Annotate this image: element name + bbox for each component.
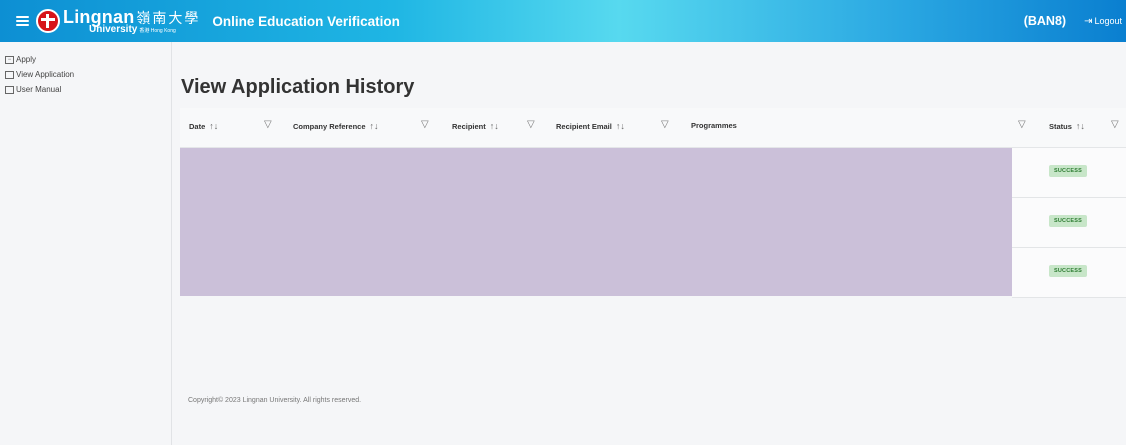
status-badge: SUCCESS xyxy=(1049,165,1087,177)
logout-icon: ⇥ xyxy=(1084,15,1093,27)
column-header-recipient[interactable]: Recipient ↑↓ xyxy=(452,121,499,131)
table-body: SUCCESS SUCCESS SUCCESS xyxy=(180,148,1126,298)
user-code: (BAN8) xyxy=(1023,14,1067,28)
sort-icon[interactable]: ↑↓ xyxy=(616,121,625,131)
column-header-programmes[interactable]: Programmes xyxy=(691,121,737,130)
table-header: Date ↑↓ ▽ Company Reference ↑↓ ▽ Recipient… xyxy=(180,108,1126,148)
sort-icon[interactable]: ↑↓ xyxy=(1076,121,1085,131)
main-content: View Application History Date ↑↓ ▽ Compan… xyxy=(173,42,1126,445)
folder-icon xyxy=(5,70,14,79)
logout-button[interactable]: ⇥ Logout xyxy=(1084,16,1122,27)
column-header-status[interactable]: Status ↑↓ xyxy=(1049,121,1085,131)
filter-icon[interactable]: ▽ xyxy=(1018,119,1026,130)
checkbox-icon: − xyxy=(5,55,14,64)
sidebar-item-label: Apply xyxy=(16,55,37,64)
filter-icon[interactable]: ▽ xyxy=(421,119,429,130)
page-title: View Application History xyxy=(181,76,415,98)
hamburger-icon xyxy=(15,16,29,26)
application-history-table: Date ↑↓ ▽ Company Reference ↑↓ ▽ Recipient… xyxy=(180,108,1126,298)
logo-name-cn: 嶺南大學 xyxy=(136,9,201,26)
filter-icon[interactable]: ▽ xyxy=(527,119,535,130)
app-title: Online Education Verification xyxy=(212,13,400,29)
book-icon xyxy=(5,85,14,94)
university-logo[interactable]: Lingnan 嶺南大學 University 香港 Hong Kong xyxy=(36,0,200,42)
sort-icon[interactable]: ↑↓ xyxy=(490,121,499,131)
filter-icon[interactable]: ▽ xyxy=(1111,119,1119,130)
column-header-company-reference[interactable]: Company Reference ↑↓ xyxy=(293,121,379,131)
column-header-recipient-email[interactable]: Recipient Email ↑↓ xyxy=(556,121,625,131)
logout-label: Logout xyxy=(1094,16,1122,26)
status-badge: SUCCESS xyxy=(1049,265,1087,277)
sidebar-item-label: View Application xyxy=(16,70,75,79)
footer-copyright: Copyright© 2023 Lingnan University. All … xyxy=(188,397,362,404)
sidebar-item-view-application[interactable]: View Application xyxy=(0,67,171,82)
filter-icon[interactable]: ▽ xyxy=(264,119,272,130)
status-badge: SUCCESS xyxy=(1049,215,1087,227)
logo-sub-small: 香港 Hong Kong xyxy=(139,27,176,34)
logo-sub: University xyxy=(89,23,138,35)
sidebar-item-apply[interactable]: − Apply xyxy=(0,52,171,67)
table-row[interactable]: SUCCESS xyxy=(1012,248,1126,298)
sidebar: − Apply View Application User Manual xyxy=(0,42,172,445)
top-navbar: Lingnan 嶺南大學 University 香港 Hong Kong Onlin… xyxy=(0,0,1126,42)
redacted-rows-block xyxy=(180,148,1012,296)
filter-icon[interactable]: ▽ xyxy=(661,119,669,130)
table-row[interactable]: SUCCESS xyxy=(1012,148,1126,198)
sort-icon[interactable]: ↑↓ xyxy=(209,121,218,131)
sidebar-item-user-manual[interactable]: User Manual xyxy=(0,82,171,97)
sidebar-item-label: User Manual xyxy=(16,85,62,94)
lingnan-emblem-icon xyxy=(36,9,60,33)
sort-icon[interactable]: ↑↓ xyxy=(370,121,379,131)
column-header-date[interactable]: Date ↑↓ xyxy=(189,121,218,131)
table-row[interactable]: SUCCESS xyxy=(1012,198,1126,248)
